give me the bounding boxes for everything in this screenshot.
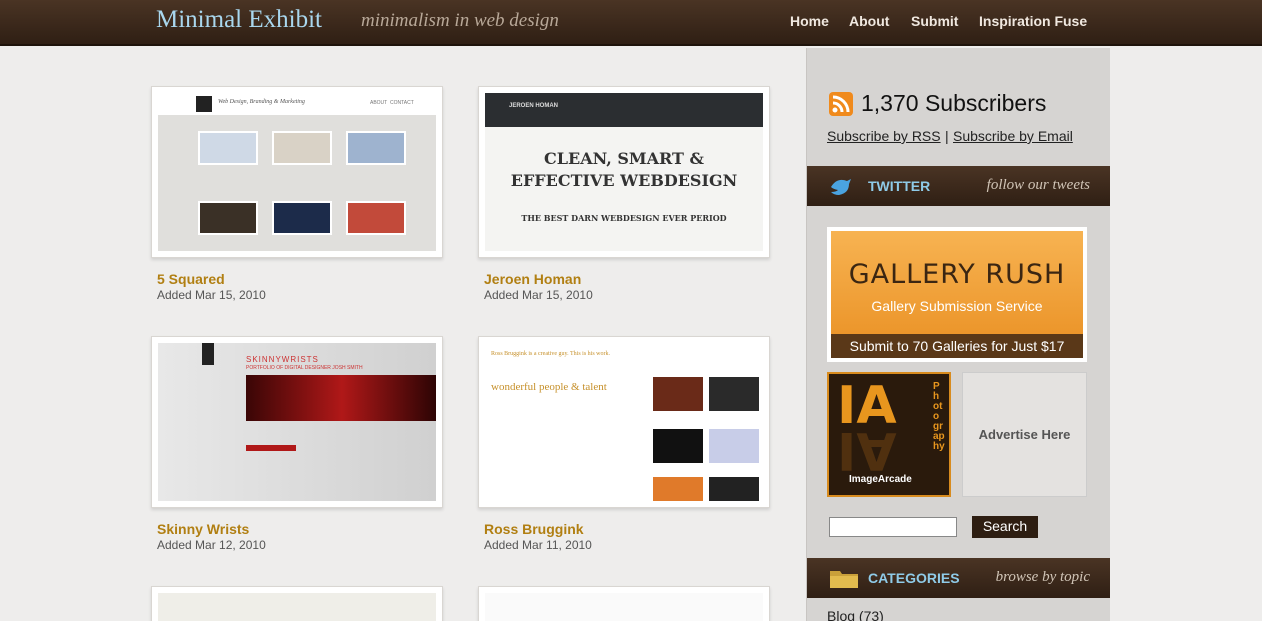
nav-submit[interactable]: Submit xyxy=(911,13,958,29)
thumb-headline: EFFECTIVE WEBDESIGN xyxy=(510,171,738,190)
logo-mark xyxy=(196,96,212,112)
thumb-nav: CONTACT xyxy=(390,100,414,106)
thumb-heading: wonderful people & talent xyxy=(491,381,607,393)
mini-shot xyxy=(346,131,406,165)
categories-label: CATEGORIES xyxy=(868,570,960,586)
mini-shot xyxy=(653,377,703,411)
entry-date: Added Mar 12, 2010 xyxy=(157,538,266,552)
thumb-subcaption: PORTFOLIO OF DIGITAL DESIGNER JOSH SMITH xyxy=(246,365,363,371)
entry-title[interactable]: Skinny Wrists xyxy=(157,521,249,537)
mini-shot xyxy=(198,201,258,235)
ia-name: ImageArcade xyxy=(849,474,912,485)
thumb-nav: ABOUT xyxy=(370,100,388,106)
ad-title: GALLERY RUSH xyxy=(848,259,1066,290)
entry-title[interactable]: Jeroen Homan xyxy=(484,271,581,287)
thumbnail-skinny-wrists[interactable]: SKINNYWRISTS PORTFOLIO OF DIGITAL DESIGN… xyxy=(151,336,443,508)
subscribe-rss-link[interactable]: Subscribe by RSS xyxy=(827,128,941,144)
mini-shot xyxy=(709,377,759,411)
mini-shot xyxy=(709,477,759,501)
thumb-quote: THE BEST DARN WEBDESIGN EVER PERIOD xyxy=(521,213,727,223)
mini-shot xyxy=(653,429,703,463)
subscriber-count: 1,370 Subscribers xyxy=(861,90,1047,116)
thumbnail-5-squared[interactable]: Web Design, Branding & Marketing ABOUT C… xyxy=(151,86,443,258)
gallery-rush-ad[interactable]: GALLERY RUSH Gallery Submission Service … xyxy=(827,227,1087,362)
category-link[interactable]: Blog (73) xyxy=(827,608,884,621)
search-input[interactable] xyxy=(829,517,957,537)
mini-shot xyxy=(709,429,759,463)
ia-vertical-text: Photography xyxy=(933,381,945,452)
subscribe-email-link[interactable]: Subscribe by Email xyxy=(953,128,1073,144)
link-separator: | xyxy=(945,128,949,144)
thumb-caption: JEROEN HOMAN xyxy=(509,103,559,109)
bird-icon xyxy=(829,175,853,202)
thumb-button xyxy=(246,445,296,451)
entry-date: Added Mar 15, 2010 xyxy=(157,288,266,302)
thumbnail-partial[interactable] xyxy=(151,586,443,621)
twitter-label: TWITTER xyxy=(868,178,931,194)
folder-icon xyxy=(829,567,859,594)
thumb-banner xyxy=(246,375,436,421)
advertise-here-slot[interactable]: Advertise Here xyxy=(962,372,1087,497)
entry-date: Added Mar 15, 2010 xyxy=(484,288,593,302)
entry-title[interactable]: 5 Squared xyxy=(157,271,225,287)
imagearcade-ad[interactable]: IA IA Photography ImageArcade xyxy=(827,372,951,497)
mini-shot xyxy=(653,477,703,501)
rss-icon[interactable] xyxy=(829,92,853,116)
thumbnail-jeroen-homan[interactable]: JEROEN HOMAN CLEAN, SMART & EFFECTIVE WE… xyxy=(478,86,770,258)
ad-subtitle: Gallery Submission Service xyxy=(871,298,1043,314)
thumb-caption: SKINNYWRISTS xyxy=(246,355,319,364)
thumb-header: Web Design, Branding & Marketing ABOUT C… xyxy=(158,93,436,115)
thumb-headline: CLEAN, SMART & xyxy=(544,149,704,168)
site-tagline: minimalism in web design xyxy=(361,10,559,31)
logo-mark xyxy=(202,343,214,365)
entry-date: Added Mar 11, 2010 xyxy=(484,538,592,552)
ia-reflection: IA xyxy=(837,420,897,480)
mini-shot xyxy=(198,131,258,165)
mini-shot xyxy=(346,201,406,235)
categories-bar[interactable]: CATEGORIES browse by topic xyxy=(807,558,1110,598)
mini-shot xyxy=(272,131,332,165)
entry-title[interactable]: Ross Bruggink xyxy=(484,521,584,537)
site-title[interactable]: Minimal Exhibit xyxy=(156,6,322,34)
nav-home[interactable]: Home xyxy=(790,13,829,29)
twitter-bar[interactable]: TWITTER follow our tweets xyxy=(807,166,1110,206)
nav-about[interactable]: About xyxy=(849,13,889,29)
thumbnail-ross-bruggink[interactable]: Ross Bruggink is a creative guy. This is… xyxy=(478,336,770,508)
thumbnail-partial[interactable] xyxy=(478,586,770,621)
twitter-subtitle: follow our tweets xyxy=(986,177,1090,193)
nav-inspiration-fuse[interactable]: Inspiration Fuse xyxy=(979,13,1087,29)
thumb-caption: Web Design, Branding & Marketing xyxy=(218,99,305,105)
thumb-header: JEROEN HOMAN xyxy=(485,93,763,127)
categories-subtitle: browse by topic xyxy=(995,569,1090,585)
thumb-caption: Ross Bruggink is a creative guy. This is… xyxy=(491,351,610,357)
ad-cta: Submit to 70 Galleries for Just $17 xyxy=(831,334,1083,358)
mini-shot xyxy=(272,201,332,235)
site-header: Minimal Exhibit minimalism in web design… xyxy=(0,0,1262,46)
search-button[interactable]: Search xyxy=(972,516,1038,538)
